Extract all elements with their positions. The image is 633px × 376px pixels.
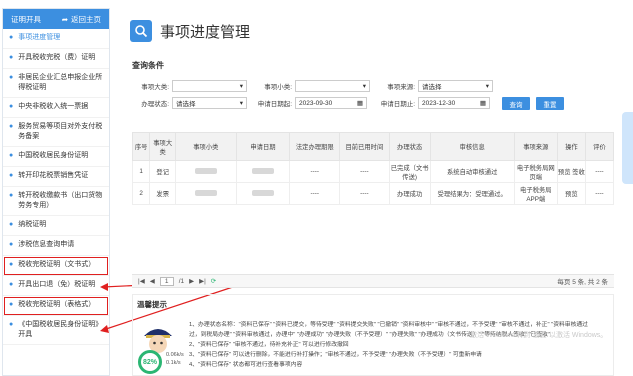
tip-line: 1、办理状态名称："资料已保存" "资料已提交，等待受理" "资料提交失败" "… <box>189 322 588 328</box>
refresh-icon[interactable]: ⟳ <box>211 277 216 285</box>
table-row: 2 发票 ---- ---- 办理成功 受理结果为：受理通过。 电子税务局APP… <box>131 182 615 205</box>
tip-line: 2、"资料已保存" "审核不通过，待补充补正" 可以进行修改撤回 <box>189 342 349 348</box>
query-button[interactable]: 查询 <box>502 97 530 110</box>
channel-select[interactable]: 请选择 ▾ <box>418 80 493 92</box>
pager: |◀ ◀ 1 /1 ▶ ▶| ⟳ 每页 5 条, 共 2 条 <box>132 274 614 288</box>
tip-line: 3、"资料已保存" 可以进行删除，不能进行补打操作；"审核不通过，不予受理" "… <box>189 352 482 358</box>
prev-page-icon[interactable]: ◀ <box>150 277 155 285</box>
speed-down: 0.1k/s <box>166 360 181 366</box>
query-section-label: 查询条件 <box>132 61 164 70</box>
activation-watermark: 激活 Windows 转到“设置”以激活 Windows。 <box>470 332 608 339</box>
col-header: 评价 <box>584 132 615 161</box>
col-header: 序号 <box>131 132 151 161</box>
end-date-input[interactable]: 2023-12-30 ▦ <box>418 97 490 109</box>
query-row-1: 事项大类: ▾ 事项小类: ▾ 事项来源: 请选择 ▾ <box>132 80 493 92</box>
page-input[interactable]: 1 <box>159 276 174 286</box>
redacted-text <box>194 189 217 196</box>
col-header: 审核信息 <box>429 132 515 161</box>
col-header: 申请日期 <box>235 132 291 161</box>
chevron-down-icon: ▾ <box>239 100 243 107</box>
col-header: 事项小类 <box>175 132 237 161</box>
title-row: 事项进度管理 <box>130 20 250 42</box>
col-header: 操作 <box>556 132 586 161</box>
first-page-icon[interactable]: |◀ <box>138 277 145 285</box>
query-row-2: 办理状态: 请选择 ▾ 申请日期起: 2023-09-30 ▦ 申请日期止: 202… <box>132 97 490 109</box>
next-page-icon[interactable]: ▶ <box>189 277 194 285</box>
start-date-label: 申请日期起: <box>257 101 292 108</box>
col-header: 事项大类 <box>149 132 177 161</box>
end-date-label: 申请日期止: <box>380 101 415 108</box>
speed-widget[interactable]: 82% <box>138 350 162 374</box>
item-sub-select[interactable]: ▾ <box>295 80 370 92</box>
row-action-link[interactable]: 预览 <box>556 182 586 205</box>
item-type-select[interactable]: ▾ <box>172 80 247 92</box>
col-header: 目前已用时间 <box>339 132 390 161</box>
calendar-icon: ▦ <box>479 100 486 107</box>
col-header: 办理状态 <box>388 132 431 161</box>
page-title: 事项进度管理 <box>160 23 251 41</box>
chevron-down-icon: ▾ <box>362 83 366 90</box>
main-panel: 事项进度管理 查询条件 事项大类: ▾ 事项小类: ▾ 事项来源: 请选择 ▾ 办… <box>118 8 624 376</box>
chevron-down-icon: ▾ <box>239 83 243 90</box>
total-pages: /1 <box>178 277 185 285</box>
tip-line: 4、"资料已保存" 状态都可进行查看事项内容 <box>189 362 303 368</box>
side-float-bar[interactable] <box>622 112 633 184</box>
calendar-icon: ▦ <box>356 100 363 107</box>
table-row: 1 登记 ---- ---- 已完成（文书传送) 系统自动审核通过 电子税务局网… <box>131 160 615 183</box>
col-header: 法定办理期限 <box>289 132 341 161</box>
chevron-down-icon: ▾ <box>485 83 489 90</box>
col-header: 事项来源 <box>513 132 558 161</box>
search-icon <box>130 20 152 42</box>
redacted-text <box>251 189 274 196</box>
redacted-text <box>251 167 274 174</box>
status-select[interactable]: 请选择 ▾ <box>172 97 247 109</box>
pager-summary: 每页 5 条, 共 2 条 <box>557 279 608 286</box>
progress-table: 序号 事项大类 事项小类 申请日期 法定办理期限 目前已用时间 办理状态 审核信… <box>131 132 615 205</box>
speed-up: 0.06k/s <box>166 352 184 358</box>
last-page-icon[interactable]: ▶| <box>199 277 206 285</box>
status-label: 办理状态: <box>141 101 169 108</box>
row-action-links[interactable]: 预览 签收 <box>556 160 586 183</box>
tips-title: 温馨提示 <box>137 300 167 309</box>
table-header-row: 序号 事项大类 事项小类 申请日期 法定办理期限 目前已用时间 办理状态 审核信… <box>131 132 615 161</box>
item-type-label: 事项大类: <box>141 84 169 91</box>
redacted-text <box>194 167 217 174</box>
item-sub-label: 事项小类: <box>264 84 292 91</box>
start-date-input[interactable]: 2023-09-30 ▦ <box>295 97 367 109</box>
channel-label: 事项来源: <box>387 84 415 91</box>
reset-button[interactable]: 重置 <box>536 97 564 110</box>
